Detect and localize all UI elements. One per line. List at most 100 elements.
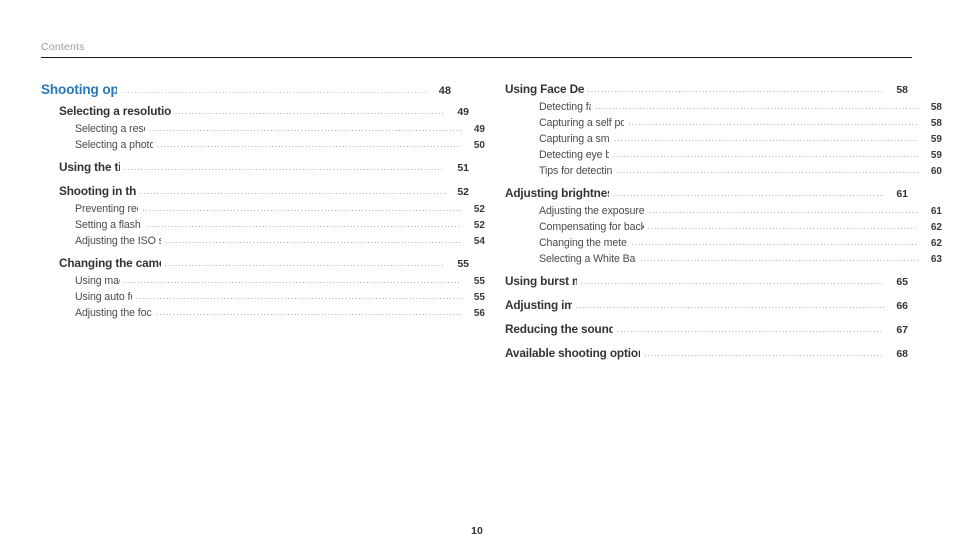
toc-entry-title: Tips for detecting faces bbox=[539, 165, 612, 177]
dot-leader: ........................................… bbox=[631, 239, 918, 247]
toc-group: Changing the camera’s focus.............… bbox=[41, 256, 485, 323]
toc-entry-title: Adjusting the focus area bbox=[75, 307, 152, 319]
toc-entry-selecting-a-white-balance-setting[interactable]: Selecting a White Balance setting.......… bbox=[539, 253, 942, 269]
toc-entry-title: Shooting in the dark bbox=[59, 184, 136, 198]
dot-leader: ........................................… bbox=[155, 309, 461, 317]
toc-entry-title: Available shooting options by shooting m… bbox=[505, 346, 640, 360]
toc-entry-adjusting-images[interactable]: Adjusting images........................… bbox=[505, 298, 908, 317]
toc-group: Available shooting options by shooting m… bbox=[505, 346, 908, 365]
toc-entry-shooting-options[interactable]: Shooting options........................… bbox=[41, 82, 451, 102]
dot-leader: ........................................… bbox=[135, 293, 461, 301]
dot-leader: ........................................… bbox=[644, 350, 884, 358]
toc-entry-changing-the-cameras-focus[interactable]: Changing the camera’s focus.............… bbox=[59, 256, 469, 275]
toc-entry-title: Changing the metering option bbox=[539, 237, 627, 249]
toc-entry-using-face-detection[interactable]: Using Face Detection....................… bbox=[505, 82, 908, 101]
toc-entry-title: Shooting options bbox=[41, 82, 117, 97]
toc-entry-page-number: 58 bbox=[930, 102, 942, 113]
dot-leader: ........................................… bbox=[164, 260, 445, 268]
toc-entry-title: Adjusting images bbox=[505, 298, 572, 312]
toc-entry-title: Reducing the sound of the zoom bbox=[505, 322, 613, 336]
toc-entry-title: Changing the camera’s focus bbox=[59, 256, 161, 270]
toc-entry-title: Adjusting brightness and color bbox=[505, 186, 609, 200]
toc-entry-page-number: 56 bbox=[473, 308, 485, 319]
dot-leader: ........................................… bbox=[147, 221, 461, 229]
toc-entry-page-number: 52 bbox=[473, 220, 485, 231]
toc-entry-changing-the-metering-option[interactable]: Changing the metering option............… bbox=[539, 237, 942, 253]
toc-entry-detecting-eye-blinking[interactable]: Detecting eye blinking..................… bbox=[539, 149, 942, 165]
toc-entry-shooting-in-the-dark[interactable]: Shooting in the dark....................… bbox=[59, 184, 469, 203]
toc-entry-title: Using Face Detection bbox=[505, 82, 584, 96]
header-label: Contents bbox=[41, 41, 85, 53]
toc-entry-page-number: 61 bbox=[930, 206, 942, 217]
toc-entry-page-number: 62 bbox=[930, 238, 942, 249]
toc-entry-detecting-faces[interactable]: Detecting faces.........................… bbox=[539, 101, 942, 117]
dot-leader: ........................................… bbox=[616, 326, 884, 334]
header-rule bbox=[41, 57, 912, 58]
toc-entry-setting-a-flash-option[interactable]: Setting a flash option..................… bbox=[75, 219, 485, 235]
toc-group: Using Face Detection....................… bbox=[505, 82, 942, 181]
toc-entry-using-burst-modes[interactable]: Using burst modes.......................… bbox=[505, 274, 908, 293]
toc-entry-adjusting-brightness-and-color[interactable]: Adjusting brightness and color..........… bbox=[505, 186, 908, 205]
dot-leader: ........................................… bbox=[120, 87, 427, 95]
toc-entry-reducing-the-sound-of-the-zoom[interactable]: Reducing the sound of the zoom..........… bbox=[505, 322, 908, 341]
toc-entry-available-shooting-options-by-shooting-mode[interactable]: Available shooting options by shooting m… bbox=[505, 346, 908, 365]
toc-entry-using-the-timer[interactable]: Using the timer.........................… bbox=[59, 160, 469, 179]
toc-entry-page-number: 66 bbox=[896, 300, 908, 312]
toc-entry-adjusting-the-iso-sensitivity[interactable]: Adjusting the ISO sensitivity...........… bbox=[75, 235, 485, 251]
dot-leader: ........................................… bbox=[647, 223, 918, 231]
toc-entry-title: Compensating for backlighting (ACB) bbox=[539, 221, 644, 233]
toc-entry-page-number: 60 bbox=[930, 166, 942, 177]
toc-entry-page-number: 55 bbox=[473, 276, 485, 287]
toc-entry-preventing-red-eye[interactable]: Preventing red-eye......................… bbox=[75, 203, 485, 219]
toc-entry-page-number: 58 bbox=[896, 84, 908, 96]
toc-entry-page-number: 52 bbox=[473, 204, 485, 215]
dot-leader: ........................................… bbox=[575, 302, 884, 310]
toc-entry-page-number: 54 bbox=[473, 236, 485, 247]
toc-entry-title: Selecting a photo quality bbox=[75, 139, 153, 151]
toc-entry-title: Selecting a resolution bbox=[75, 123, 145, 135]
toc-column-right: Using Face Detection....................… bbox=[505, 82, 942, 365]
toc-entry-capturing-a-self-portrait-shot[interactable]: Capturing a self portrait shot..........… bbox=[539, 117, 942, 133]
toc-entry-title: Using burst modes bbox=[505, 274, 577, 288]
toc-entry-page-number: 52 bbox=[457, 186, 469, 198]
toc-entry-selecting-a-resolution-and-quality[interactable]: Selecting a resolution and quality......… bbox=[59, 104, 469, 123]
toc-group: Shooting in the dark....................… bbox=[41, 184, 485, 251]
toc-entry-title: Using the timer bbox=[59, 160, 120, 174]
toc-columns: Shooting options........................… bbox=[0, 82, 954, 365]
toc-entry-page-number: 59 bbox=[930, 150, 942, 161]
toc-entry-page-number: 62 bbox=[930, 222, 942, 233]
toc-group: Adjusting brightness and color..........… bbox=[505, 186, 942, 269]
toc-entry-tips-for-detecting-faces[interactable]: Tips for detecting faces................… bbox=[539, 165, 942, 181]
toc-entry-adjusting-the-exposure-manually-ev[interactable]: Adjusting the exposure manually (EV)....… bbox=[539, 205, 942, 221]
toc-entry-page-number: 61 bbox=[896, 188, 908, 200]
toc-entry-using-macro[interactable]: Using macro.............................… bbox=[75, 275, 485, 291]
dot-leader: ........................................… bbox=[640, 255, 918, 263]
toc-entry-page-number: 68 bbox=[896, 348, 908, 360]
toc-entry-selecting-a-photo-quality[interactable]: Selecting a photo quality...............… bbox=[75, 139, 485, 155]
toc-entry-title: Using macro bbox=[75, 275, 120, 287]
dot-leader: ........................................… bbox=[174, 108, 445, 116]
toc-entry-selecting-a-resolution[interactable]: Selecting a resolution..................… bbox=[75, 123, 485, 139]
toc-group: Adjusting images........................… bbox=[505, 298, 908, 317]
page-footer: 10 bbox=[0, 521, 954, 539]
dot-leader: ........................................… bbox=[628, 119, 918, 127]
toc-entry-compensating-for-backlighting-acb[interactable]: Compensating for backlighting (ACB).....… bbox=[539, 221, 942, 237]
toc-entry-page-number: 65 bbox=[896, 276, 908, 288]
dot-leader: ........................................… bbox=[165, 237, 461, 245]
toc-column-left: Shooting options........................… bbox=[41, 82, 485, 365]
toc-entry-title: Selecting a White Balance setting bbox=[539, 253, 637, 265]
toc-entry-title: Preventing red-eye bbox=[75, 203, 138, 215]
toc-entry-page-number: 49 bbox=[473, 124, 485, 135]
toc-entry-page-number: 55 bbox=[473, 292, 485, 303]
toc-entry-page-number: 50 bbox=[473, 140, 485, 151]
dot-leader: ........................................… bbox=[156, 141, 461, 149]
toc-entry-page-number: 59 bbox=[930, 134, 942, 145]
toc-entry-capturing-a-smile-shot[interactable]: Capturing a smile shot..................… bbox=[539, 133, 942, 149]
dot-leader: ........................................… bbox=[614, 135, 918, 143]
dot-leader: ........................................… bbox=[123, 164, 445, 172]
toc-entry-using-auto-focus[interactable]: Using auto focus........................… bbox=[75, 291, 485, 307]
toc-entry-title: Adjusting the exposure manually (EV) bbox=[539, 205, 645, 217]
toc-entry-page-number: 51 bbox=[457, 162, 469, 174]
toc-entry-adjusting-the-focus-area[interactable]: Adjusting the focus area................… bbox=[75, 307, 485, 323]
dot-leader: ........................................… bbox=[148, 125, 461, 133]
